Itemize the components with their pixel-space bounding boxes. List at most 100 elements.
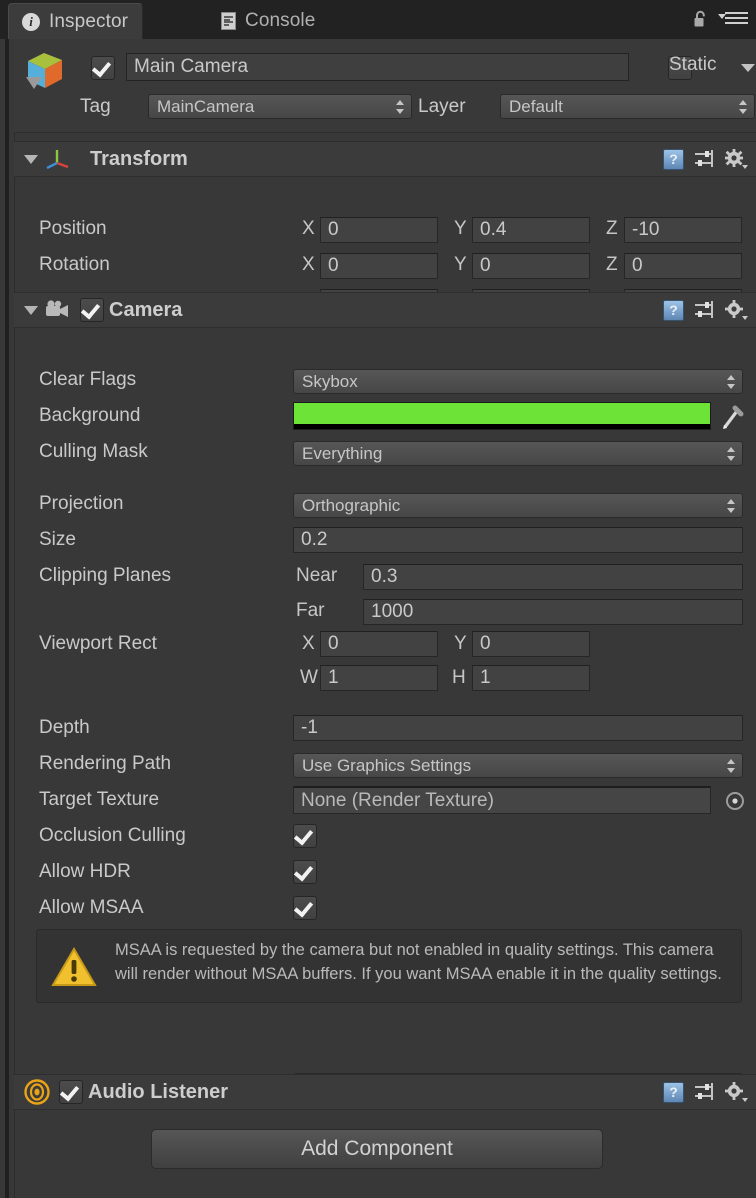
clipping-near-label: Near	[296, 565, 337, 587]
target-texture-label: Target Texture	[39, 789, 159, 811]
clipping-near-field[interactable]: 0.3	[363, 564, 743, 590]
component-title-camera: Camera	[109, 299, 182, 322]
clipping-planes-label: Clipping Planes	[39, 565, 171, 587]
viewport-rect-label: Viewport Rect	[39, 633, 157, 655]
chevron-updown-icon	[396, 100, 404, 114]
component-header-icons: ?	[663, 148, 748, 170]
prefab-cube-icon	[22, 49, 70, 93]
left-edge-strip	[0, 39, 15, 1198]
component-title-audio-listener: Audio Listener	[88, 1081, 228, 1104]
chevron-updown-icon	[727, 499, 735, 513]
position-x-field[interactable]: 0	[320, 217, 438, 243]
projection-label: Projection	[39, 493, 124, 515]
hamburger-menu-icon[interactable]	[718, 12, 748, 26]
inspector-body: Main Camera Static Tag MainCamera Layer …	[0, 39, 756, 1198]
projection-value: Orthographic	[302, 496, 400, 516]
camera-enabled-checkbox[interactable]	[80, 298, 104, 322]
size-field[interactable]: 0.2	[293, 527, 743, 553]
chevron-updown-icon	[727, 375, 735, 389]
viewport-x-field[interactable]: 0	[320, 631, 438, 657]
audio-listener-icon	[24, 1079, 50, 1105]
clipping-far-field[interactable]: 1000	[363, 599, 743, 625]
audio-listener-enabled-checkbox[interactable]	[59, 1080, 83, 1104]
projection-dropdown[interactable]: Orthographic	[293, 493, 743, 518]
tab-bar: i Inspector Console	[0, 0, 756, 39]
viewport-w-label: W	[300, 667, 318, 689]
preset-sliders-icon[interactable]	[693, 1082, 715, 1102]
chevron-updown-icon	[727, 759, 735, 773]
layer-label: Layer	[418, 96, 466, 118]
foldout-triangle-icon[interactable]	[24, 155, 38, 164]
gear-icon[interactable]	[724, 1081, 748, 1103]
allow-hdr-label: Allow HDR	[39, 861, 131, 883]
add-component-button[interactable]: Add Component	[151, 1129, 603, 1169]
rotation-z-field[interactable]: 0	[624, 253, 742, 279]
position-z-axis-label: Z	[606, 218, 618, 240]
component-header-audio-listener[interactable]: Audio Listener ?	[14, 1074, 756, 1110]
background-color-fill	[294, 403, 710, 424]
object-enabled-checkbox[interactable]	[91, 56, 115, 80]
transform-axis-icon	[44, 147, 70, 171]
layer-dropdown[interactable]: Default	[500, 94, 755, 119]
target-texture-field[interactable]: None (Render Texture)	[293, 786, 711, 814]
layer-value: Default	[509, 97, 563, 117]
rendering-path-label: Rendering Path	[39, 753, 171, 775]
help-book-icon[interactable]: ?	[663, 1082, 684, 1103]
help-book-icon[interactable]: ?	[663, 300, 684, 321]
info-circle-icon: i	[22, 13, 40, 31]
viewport-h-label: H	[452, 667, 466, 689]
tag-value: MainCamera	[157, 97, 254, 117]
tab-inspector[interactable]: i Inspector	[8, 3, 143, 39]
component-title-transform: Transform	[90, 148, 188, 171]
viewport-w-field[interactable]: 1	[320, 665, 438, 691]
gear-icon[interactable]	[724, 299, 748, 321]
viewport-h-field[interactable]: 1	[472, 665, 590, 691]
allow-hdr-checkbox[interactable]	[293, 860, 317, 884]
camera-icon	[44, 299, 72, 321]
position-x-axis-label: X	[302, 218, 315, 240]
foldout-triangle-icon[interactable]	[24, 306, 38, 315]
object-picker-icon[interactable]	[725, 791, 745, 811]
culling-mask-value: Everything	[302, 444, 382, 464]
preset-sliders-icon[interactable]	[693, 300, 715, 320]
depth-label: Depth	[39, 717, 90, 739]
depth-field[interactable]: -1	[293, 715, 743, 741]
rotation-y-field[interactable]: 0	[472, 253, 590, 279]
eyedropper-icon[interactable]	[722, 404, 744, 430]
component-header-transform[interactable]: Transform ?	[14, 141, 756, 177]
viewport-y-label: Y	[454, 633, 467, 655]
tab-inspector-label: Inspector	[49, 11, 128, 33]
culling-mask-dropdown[interactable]: Everything	[293, 441, 743, 466]
rotation-x-field[interactable]: 0	[320, 253, 438, 279]
rotation-label: Rotation	[39, 254, 110, 276]
allow-msaa-checkbox[interactable]	[293, 896, 317, 920]
position-label: Position	[39, 218, 107, 240]
culling-mask-label: Culling Mask	[39, 441, 148, 463]
tab-console-label: Console	[245, 10, 315, 32]
gear-icon[interactable]	[724, 148, 748, 170]
clear-flags-dropdown[interactable]: Skybox	[293, 369, 743, 394]
viewport-y-field[interactable]: 0	[472, 631, 590, 657]
tab-console[interactable]: Console	[208, 3, 329, 39]
position-z-field[interactable]: -10	[624, 217, 742, 243]
preset-sliders-icon[interactable]	[693, 149, 715, 169]
clear-flags-label: Clear Flags	[39, 369, 136, 391]
background-label: Background	[39, 405, 140, 427]
component-header-icons: ?	[663, 1081, 748, 1103]
component-header-camera[interactable]: Camera ?	[14, 292, 756, 328]
warning-triangle-icon	[51, 946, 97, 988]
unity-inspector-window: i Inspector Console	[0, 0, 756, 1198]
rendering-path-dropdown[interactable]: Use Graphics Settings	[293, 753, 743, 778]
occlusion-culling-checkbox[interactable]	[293, 824, 317, 848]
help-book-icon[interactable]: ?	[663, 149, 684, 170]
lock-open-icon[interactable]	[693, 10, 708, 28]
static-label: Static	[669, 54, 717, 76]
object-header: Main Camera Static Tag MainCamera Layer …	[14, 39, 756, 133]
position-y-field[interactable]: 0.4	[472, 217, 590, 243]
rotation-x-axis-label: X	[302, 254, 315, 276]
background-color-swatch[interactable]	[293, 402, 711, 430]
object-name-field[interactable]: Main Camera	[126, 53, 629, 81]
tag-dropdown[interactable]: MainCamera	[148, 94, 412, 119]
clipping-far-label: Far	[296, 600, 325, 622]
static-dropdown-arrow-icon[interactable]	[741, 64, 755, 72]
